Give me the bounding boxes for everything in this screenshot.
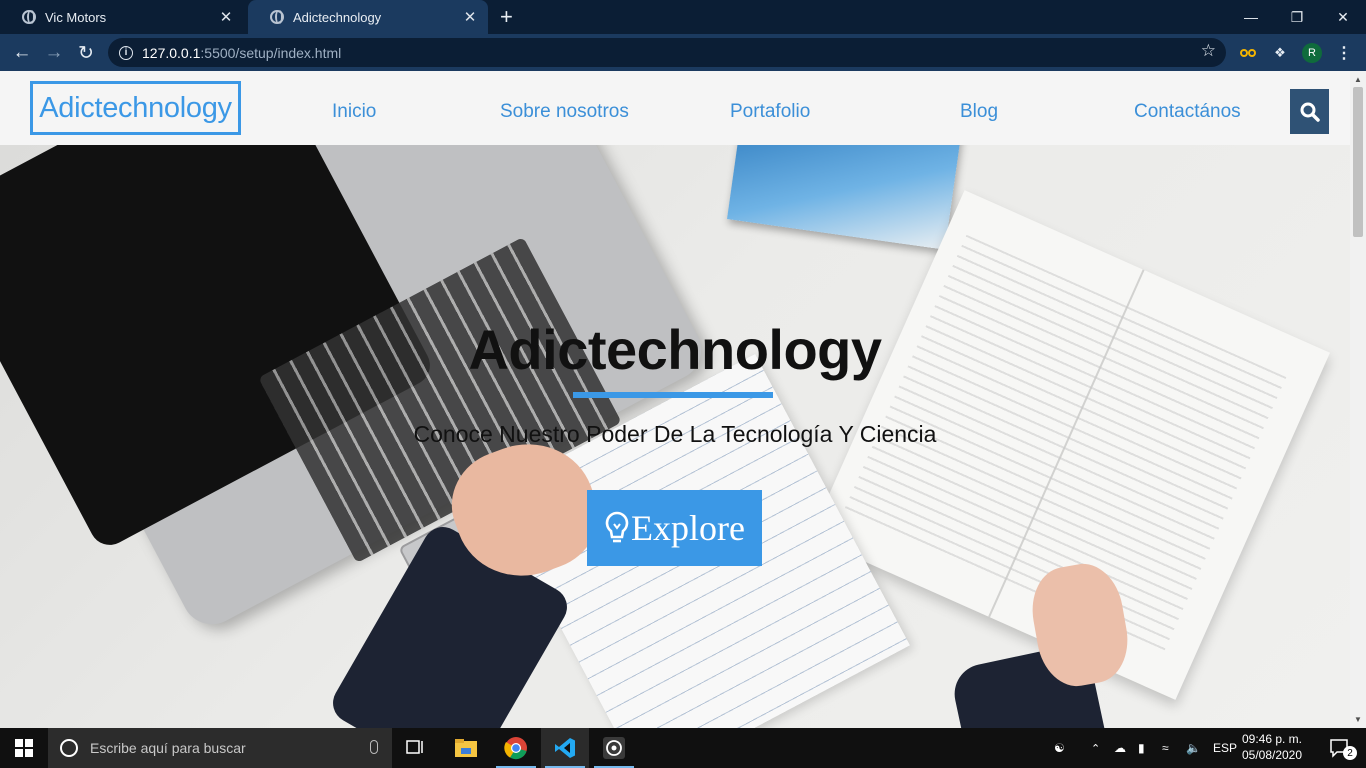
tab-vic-motors[interactable]: Vic Motors ✕: [0, 0, 244, 34]
taskbar-search-box[interactable]: Escribe aquí para buscar: [48, 728, 392, 768]
site-navbar: Adictechnology Inicio Sobre nosotros Por…: [0, 71, 1350, 145]
browser-tab-strip: Vic Motors ✕ Adictechnology ✕ + — ❐ ✕: [0, 0, 1366, 34]
hero-section: Adictechnology Conoce Nuestro Poder De L…: [0, 145, 1350, 728]
minimize-icon[interactable]: —: [1228, 0, 1274, 34]
nav-link-inicio[interactable]: Inicio: [332, 101, 376, 123]
people-icon[interactable]: ☯: [1054, 728, 1065, 768]
menu-kebab-icon[interactable]: ⋮: [1334, 43, 1354, 63]
url-text[interactable]: 127.0.0.1:5500/setup/index.html: [142, 45, 341, 61]
page-scrollbar[interactable]: ▲ ▼: [1350, 71, 1366, 728]
clock-time: 09:46 p. m.: [1241, 732, 1303, 746]
reload-icon[interactable]: ↻: [73, 40, 99, 66]
tab-adictechnology[interactable]: Adictechnology ✕: [248, 0, 488, 34]
microphone-icon[interactable]: [370, 740, 378, 754]
scroll-up-icon[interactable]: ▲: [1354, 75, 1362, 84]
new-tab-button[interactable]: +: [500, 4, 513, 30]
language-indicator[interactable]: ESP: [1213, 728, 1237, 768]
scroll-down-icon[interactable]: ▼: [1354, 715, 1362, 724]
lightbulb-icon: [605, 511, 629, 543]
nav-link-portafolio[interactable]: Portafolio: [730, 101, 810, 123]
web-page: Adictechnology Inicio Sobre nosotros Por…: [0, 71, 1350, 728]
extension-glasses-icon[interactable]: [1238, 43, 1258, 63]
explore-button-label: Explore: [631, 508, 745, 548]
globe-icon: [22, 10, 36, 24]
restore-icon[interactable]: ❐: [1274, 0, 1320, 34]
globe-icon: [270, 10, 284, 24]
onedrive-cloud-icon[interactable]: ☁: [1114, 728, 1126, 768]
browser-toolbar: ← → ↻ i 127.0.0.1:5500/setup/index.html …: [0, 34, 1366, 71]
hero-background-book: [727, 145, 963, 250]
cortana-icon: [60, 739, 78, 757]
windows-taskbar: Escribe aquí para buscar ☯ ⌃ ☁ ▮ ≈ 🔈 ESP…: [0, 728, 1366, 768]
address-bar[interactable]: i 127.0.0.1:5500/setup/index.html ☆: [108, 38, 1226, 67]
puzzle-extensions-icon[interactable]: ❖: [1270, 43, 1290, 63]
notification-count-badge: 2: [1343, 746, 1357, 760]
volume-icon[interactable]: 🔈: [1186, 728, 1201, 768]
nav-link-sobre-nosotros[interactable]: Sobre nosotros: [500, 101, 629, 123]
search-button[interactable]: [1290, 89, 1329, 134]
battery-icon[interactable]: ▮: [1138, 728, 1145, 768]
close-tab-icon[interactable]: ✕: [218, 8, 234, 26]
action-center-button[interactable]: 2: [1318, 728, 1362, 768]
wifi-icon[interactable]: ≈: [1162, 728, 1169, 768]
forward-arrow-icon[interactable]: →: [41, 40, 67, 66]
windows-start-button[interactable]: [0, 728, 48, 768]
taskbar-search-placeholder: Escribe aquí para buscar: [90, 740, 246, 756]
tab-title: Vic Motors: [45, 9, 107, 25]
hero-divider: [573, 392, 773, 398]
file-explorer-icon[interactable]: [442, 728, 490, 768]
site-logo[interactable]: Adictechnology: [30, 81, 241, 135]
explore-button[interactable]: Explore: [587, 490, 762, 566]
back-arrow-icon[interactable]: ←: [9, 40, 35, 66]
hero-subtitle: Conoce Nuestro Poder De La Tecnología Y …: [413, 421, 937, 447]
task-view-icon[interactable]: [392, 728, 440, 768]
close-tab-icon[interactable]: ✕: [462, 8, 478, 26]
site-info-icon[interactable]: i: [119, 45, 133, 60]
windows-logo-icon: [15, 739, 33, 757]
whatsapp-icon[interactable]: [590, 728, 638, 768]
taskbar-clock[interactable]: 09:46 p. m. 05/08/2020: [1238, 731, 1306, 763]
nav-link-blog[interactable]: Blog: [960, 101, 998, 123]
bookmark-star-icon[interactable]: ☆: [1201, 41, 1216, 61]
vscode-icon[interactable]: [541, 728, 589, 768]
nav-link-contactanos[interactable]: Contactános: [1134, 101, 1241, 123]
profile-avatar[interactable]: R: [1302, 43, 1322, 63]
tab-title: Adictechnology: [293, 9, 382, 25]
clock-date: 05/08/2020: [1241, 748, 1303, 762]
hero-title: Adictechnology: [468, 318, 882, 381]
show-hidden-icons[interactable]: ⌃: [1091, 728, 1100, 768]
window-close-icon[interactable]: ✕: [1320, 0, 1366, 34]
scrollbar-thumb[interactable]: [1353, 87, 1363, 237]
chrome-icon[interactable]: [492, 728, 540, 768]
search-icon: [1300, 102, 1320, 122]
